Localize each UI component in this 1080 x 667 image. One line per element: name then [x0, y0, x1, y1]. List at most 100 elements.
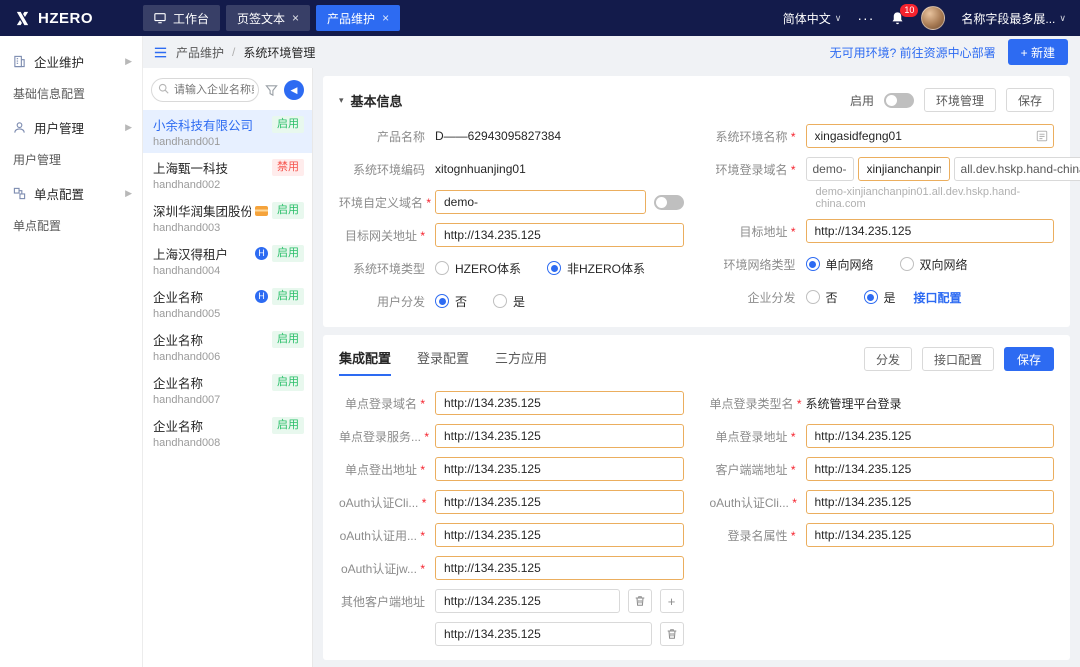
form-area: ▾ 基本信息 启用 环境管理 保存 产品名称 — [313, 68, 1080, 667]
company-list-item[interactable]: 深圳华润集团股份... 启用 handhand003 — [143, 196, 312, 239]
save-button[interactable]: 保存 — [1004, 347, 1054, 371]
company-list-item[interactable]: 企业名称 启用 handhand007 — [143, 368, 312, 411]
breadcrumb-bar: 产品维护 / 系统环境管理 无可用环境? 前往资源中心部署 + 新建 — [143, 36, 1080, 68]
breadcrumb-parent[interactable]: 产品维护 — [176, 44, 224, 61]
radio-ent-dispatch-no[interactable]: 否 — [806, 289, 838, 306]
tab-login-config[interactable]: 登录配置 — [417, 348, 469, 376]
enable-toggle[interactable] — [884, 93, 914, 108]
company-list-item[interactable]: 企业名称 启用 handhand006 — [143, 325, 312, 368]
integration-card: 集成配置 登录配置 三方应用 分发 接口配置 保存 单点 — [323, 335, 1070, 660]
new-button[interactable]: + 新建 — [1008, 39, 1068, 65]
company-name: 企业名称 — [153, 287, 251, 306]
target-address-input[interactable] — [806, 219, 1055, 243]
more-menu-button[interactable]: ··· — [857, 10, 874, 26]
filter-icon[interactable] — [265, 84, 278, 97]
tab-product-maintenance[interactable]: 产品维护 × — [316, 5, 400, 31]
user-menu[interactable]: 名称字段最多展... ∨ — [961, 10, 1066, 27]
field-label: 环境网络类型 — [710, 256, 806, 273]
sso-domain-input[interactable] — [435, 391, 684, 415]
trash-icon — [634, 595, 646, 607]
add-row-button[interactable]: + — [660, 589, 684, 613]
tab-page-text[interactable]: 页签文本 × — [226, 5, 310, 31]
dispatch-button[interactable]: 分发 — [864, 347, 912, 371]
oauth-client-input-right[interactable] — [806, 490, 1055, 514]
company-list-item[interactable]: 上海甄一科技 禁用 handhand002 — [143, 153, 312, 196]
collapse-panel-button[interactable]: ◀ — [284, 80, 304, 100]
card-title: 基本信息 — [351, 91, 403, 110]
menu-fold-icon[interactable] — [153, 45, 168, 60]
save-button[interactable]: 保存 — [1006, 88, 1054, 112]
radio-icon — [806, 257, 820, 271]
field-label: 单点登录地址 — [710, 428, 806, 445]
radio-label: 否 — [455, 293, 467, 310]
oauth-client-input[interactable] — [435, 490, 684, 514]
enable-label: 启用 — [850, 92, 874, 109]
company-list-item[interactable]: 企业名称 启用 handhand008 — [143, 411, 312, 454]
login-domain-input[interactable] — [858, 157, 950, 181]
tab-third-party-apps[interactable]: 三方应用 — [495, 348, 547, 376]
env-manage-button[interactable]: 环境管理 — [924, 88, 996, 112]
company-list-item[interactable]: 小余科技有限公司 启用 handhand001 — [143, 110, 312, 153]
env-name-input[interactable] — [806, 124, 1055, 148]
company-card-icon — [255, 206, 268, 216]
sidebar-item-user-management[interactable]: 用户管理 — [0, 144, 142, 176]
status-badge: 启用 — [272, 374, 304, 391]
interface-config-button[interactable]: 接口配置 — [922, 347, 994, 371]
interface-config-link[interactable]: 接口配置 — [914, 289, 962, 306]
sidebar-group-sso[interactable]: 单点配置 ▶ — [0, 176, 142, 210]
field-label: 其他客户端地址 — [339, 593, 435, 610]
close-icon[interactable]: × — [292, 11, 299, 25]
delete-row-button[interactable] — [628, 589, 652, 613]
gateway-input[interactable] — [435, 223, 684, 247]
avatar[interactable] — [921, 6, 945, 30]
status-badge: 启用 — [272, 417, 304, 434]
radio-one-way-network[interactable]: 单向网络 — [806, 256, 874, 273]
close-icon[interactable]: × — [382, 11, 389, 25]
custom-domain-toggle[interactable] — [654, 195, 684, 210]
custom-domain-input[interactable] — [435, 190, 646, 214]
radio-user-dispatch-no[interactable]: 否 — [435, 293, 467, 310]
company-list-item[interactable]: 上海汉得租户 H 启用 handhand004 — [143, 239, 312, 282]
language-switcher[interactable]: 简体中文 ∨ — [783, 10, 842, 27]
sidebar-group-users[interactable]: 用户管理 ▶ — [0, 110, 142, 144]
users-icon — [13, 121, 26, 134]
company-list-item[interactable]: 企业名称 H 启用 handhand005 — [143, 282, 312, 325]
tab-integration-config[interactable]: 集成配置 — [339, 348, 391, 376]
sso-service-input[interactable] — [435, 424, 684, 448]
delete-row-button[interactable] — [660, 622, 684, 646]
oauth-user-input[interactable] — [435, 523, 684, 547]
login-domain-helper: demo-xinjianchanpin01.all.dev.hskp.hand-… — [816, 186, 1055, 210]
language-label: 简体中文 — [783, 10, 831, 27]
collapse-caret-icon[interactable]: ▾ — [339, 95, 344, 106]
field-label: oAuth认证jw... — [339, 560, 435, 577]
field-label: oAuth认证Cli... — [339, 494, 435, 511]
login-name-attr-input[interactable] — [806, 523, 1055, 547]
tenant-h-icon: H — [255, 290, 268, 303]
topbar: HZERO 工作台 页签文本 × 产品维护 × 简体中文 ∨ ··· 10 名称… — [0, 0, 1080, 36]
radio-user-dispatch-yes[interactable]: 是 — [493, 293, 525, 310]
radio-hzero[interactable]: HZERO体系 — [435, 260, 521, 277]
status-badge: 启用 — [272, 202, 304, 219]
multilang-icon[interactable] — [1036, 130, 1048, 142]
field-label: 环境自定义域名 — [339, 194, 435, 211]
chevron-right-icon: ▶ — [125, 56, 132, 67]
deploy-resource-link[interactable]: 无可用环境? 前往资源中心部署 — [830, 44, 996, 61]
radio-icon — [435, 261, 449, 275]
app-logo[interactable]: HZERO — [0, 10, 143, 27]
sso-logout-input[interactable] — [435, 457, 684, 481]
other-client-input[interactable] — [435, 622, 652, 646]
radio-non-hzero[interactable]: 非HZERO体系 — [547, 260, 645, 277]
sso-address-input[interactable] — [806, 424, 1055, 448]
oauth-jwt-input[interactable] — [435, 556, 684, 580]
sidebar-item-basic-info[interactable]: 基础信息配置 — [0, 78, 142, 110]
sidebar-group-enterprise[interactable]: 企业维护 ▶ — [0, 44, 142, 78]
client-address-input[interactable] — [806, 457, 1055, 481]
tab-workbench[interactable]: 工作台 — [143, 5, 220, 31]
notifications-button[interactable]: 10 — [890, 11, 905, 26]
radio-two-way-network[interactable]: 双向网络 — [900, 256, 968, 273]
other-client-input[interactable] — [435, 589, 620, 613]
sidebar-item-sso-config[interactable]: 单点配置 — [0, 210, 142, 242]
status-badge: 禁用 — [272, 159, 304, 176]
radio-ent-dispatch-yes[interactable]: 是 — [864, 289, 896, 306]
company-code: handhand007 — [153, 394, 304, 406]
